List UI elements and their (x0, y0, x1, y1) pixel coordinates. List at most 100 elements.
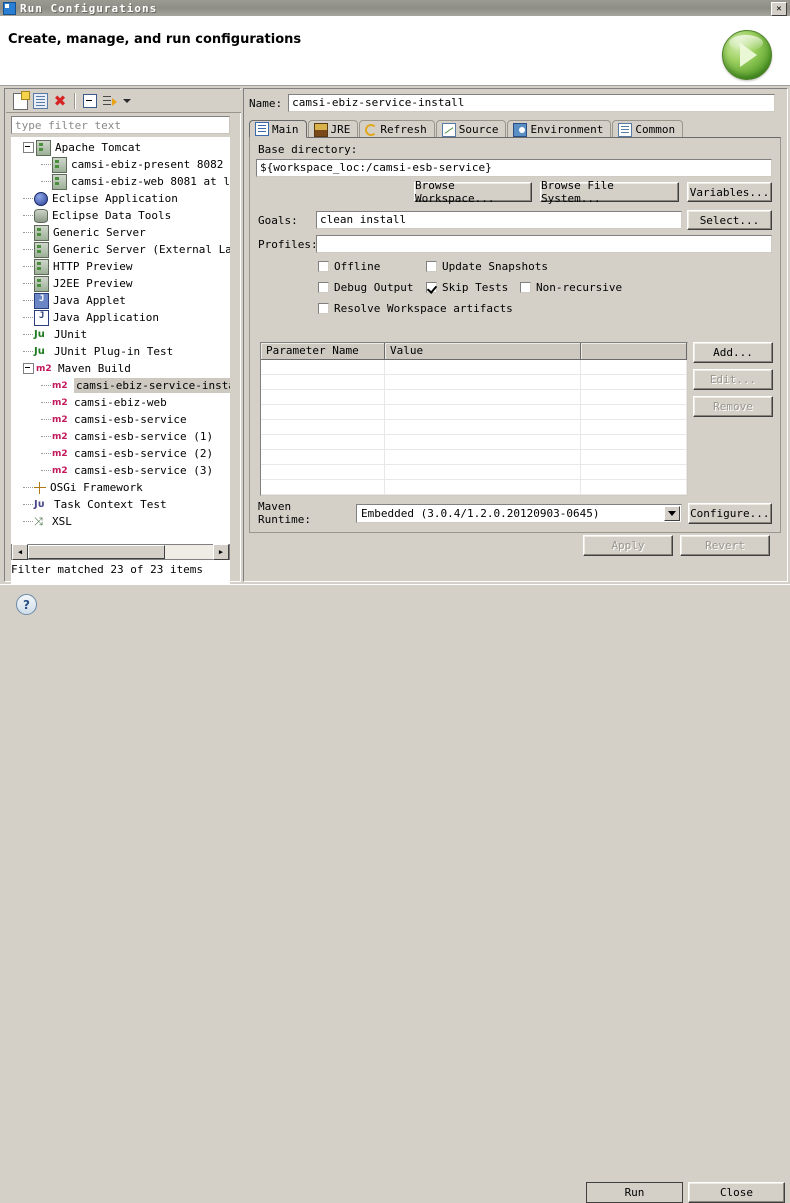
checkbox-non-recursive[interactable]: Non-recursive (520, 281, 622, 294)
table-row[interactable] (261, 405, 687, 420)
tree-item[interactable]: J2EE Preview (11, 275, 230, 292)
debug-output-checkbox[interactable] (318, 282, 329, 293)
table-cell (581, 420, 687, 434)
tree-item-label: camsi-esb-service (3) (74, 464, 214, 477)
name-label: Name: (249, 96, 283, 110)
osgi-icon (34, 481, 46, 494)
add-parameter-button[interactable]: Add... (693, 342, 773, 363)
checkbox-skip-tests[interactable]: Skip Tests (426, 281, 508, 294)
select-goals-button[interactable]: Select... (687, 210, 772, 230)
variables-button[interactable]: Variables... (687, 182, 772, 202)
tree-item[interactable]: Java Application (11, 309, 230, 326)
new-configuration-button[interactable] (10, 90, 30, 110)
filter-input[interactable]: type filter text (11, 116, 230, 134)
tree-item[interactable]: Eclipse Data Tools (11, 207, 230, 224)
tree-item[interactable]: OSGi Framework (11, 479, 230, 496)
tab-source[interactable]: Source (435, 120, 507, 138)
tree-item[interactable]: m2 camsi-esb-service (3) (11, 462, 230, 479)
tree-item[interactable]: Ju JUnit (11, 326, 230, 343)
update-snapshots-checkbox[interactable] (426, 261, 437, 272)
column-header-value[interactable]: Value (385, 343, 581, 359)
tree-item[interactable]: m2 camsi-esb-service (11, 411, 230, 428)
column-header-extra[interactable] (581, 343, 687, 359)
table-row[interactable] (261, 495, 687, 496)
skip-tests-checkbox[interactable] (426, 282, 437, 293)
duplicate-configuration-button[interactable] (30, 92, 50, 110)
tree-item[interactable]: Generic Server (11, 224, 230, 241)
checkbox-resolve-workspace-artifacts[interactable]: Resolve Workspace artifacts (318, 302, 513, 315)
resolve-workspace-artifacts-checkbox[interactable] (318, 303, 329, 314)
browse-workspace-button[interactable]: Browse Workspace... (414, 179, 532, 205)
tree-item-label: J2EE Preview (53, 277, 133, 290)
parameters-table[interactable]: Parameter Name Value (260, 342, 688, 496)
tab-bar[interactable]: Main JRE Refresh Source Environment Common (249, 119, 779, 138)
help-icon[interactable]: ? (16, 594, 37, 615)
toolbar-menu-button[interactable] (120, 92, 134, 110)
table-row[interactable] (261, 360, 687, 375)
tab-refresh[interactable]: Refresh (359, 120, 435, 138)
table-row[interactable] (261, 375, 687, 390)
tab-environment[interactable]: Environment (507, 120, 612, 138)
close-button[interactable]: Close (688, 1182, 785, 1203)
table-row[interactable] (261, 450, 687, 465)
checkbox-offline[interactable]: Offline (318, 260, 380, 273)
debug-output-label: Debug Output (334, 281, 414, 294)
tree-item[interactable]: Eclipse Application (11, 190, 230, 207)
tree-item[interactable]: camsi-ebiz-web 8081 at locs (11, 173, 230, 190)
maven-icon: m2 (52, 465, 68, 476)
checkbox-debug-output[interactable]: Debug Output (318, 281, 413, 294)
profiles-input[interactable] (316, 235, 772, 253)
collapse-all-button[interactable] (80, 92, 100, 110)
maven-icon: m2 (36, 363, 52, 374)
tree-item[interactable]: Java Applet (11, 292, 230, 309)
close-icon[interactable]: ✕ (771, 2, 787, 16)
tab-main[interactable]: Main (249, 120, 307, 138)
delete-configuration-button[interactable]: ✖ (50, 92, 70, 110)
server-icon (34, 224, 49, 241)
base-directory-input[interactable]: ${workspace_loc:/camsi-esb-service} (256, 159, 772, 177)
scrollbar-track[interactable] (28, 545, 213, 559)
scroll-left-icon[interactable]: ◀ (12, 544, 28, 560)
table-row[interactable] (261, 465, 687, 480)
tree-item[interactable]: ⤨ XSL (11, 513, 230, 530)
tree-item[interactable]: Apache Tomcat (11, 139, 230, 156)
junit-icon: Ju (34, 328, 45, 340)
tree-item[interactable]: m2 camsi-ebiz-web (11, 394, 230, 411)
tree-item[interactable]: Ju JUnit Plug-in Test (11, 343, 230, 360)
tree-item[interactable]: camsi-ebiz-present 8082 at (11, 156, 230, 173)
table-row[interactable] (261, 390, 687, 405)
tree-item[interactable]: m2 Maven Build (11, 360, 230, 377)
name-input[interactable]: camsi-ebiz-service-install (288, 94, 776, 112)
tree-twisty-icon[interactable] (23, 142, 34, 153)
column-header-parameter-name[interactable]: Parameter Name (261, 343, 385, 359)
tree-horizontal-scrollbar[interactable]: ◀ ▶ (11, 544, 230, 560)
chevron-down-icon[interactable] (663, 505, 680, 521)
delete-configuration-icon: ✖ (53, 91, 67, 110)
tree-item[interactable]: m2 camsi-ebiz-service-install (11, 377, 230, 394)
tree-item[interactable]: m2 camsi-esb-service (1) (11, 428, 230, 445)
filter-configurations-button[interactable] (100, 92, 120, 110)
non-recursive-checkbox[interactable] (520, 282, 531, 293)
browse-file-system-button[interactable]: Browse File System... (540, 179, 679, 205)
maven-runtime-select[interactable]: Embedded (3.0.4/1.2.0.20120903-0645) (356, 503, 682, 523)
tree-item[interactable]: m2 camsi-esb-service (2) (11, 445, 230, 462)
goals-input[interactable]: clean install (316, 211, 682, 229)
offline-checkbox[interactable] (318, 261, 329, 272)
tree-twisty-icon[interactable] (23, 363, 34, 374)
table-row[interactable] (261, 480, 687, 495)
table-row[interactable] (261, 435, 687, 450)
scroll-right-icon[interactable]: ▶ (213, 544, 229, 560)
tree-item[interactable]: HTTP Preview (11, 258, 230, 275)
table-row[interactable] (261, 420, 687, 435)
tree-item[interactable]: Generic Server (External Launch (11, 241, 230, 258)
scrollbar-thumb[interactable] (28, 545, 165, 559)
tree-item[interactable]: Jᴜ Task Context Test (11, 496, 230, 513)
checkbox-update-snapshots[interactable]: Update Snapshots (426, 260, 548, 273)
configure-maven-runtime-button[interactable]: Configure... (687, 502, 772, 524)
main-tab-icon (255, 122, 269, 136)
run-button[interactable]: Run (586, 1182, 683, 1203)
tree-toolbar: ✖ (6, 90, 241, 113)
tab-common[interactable]: Common (612, 120, 684, 138)
table-cell (261, 480, 385, 494)
tab-jre[interactable]: JRE (307, 120, 359, 138)
